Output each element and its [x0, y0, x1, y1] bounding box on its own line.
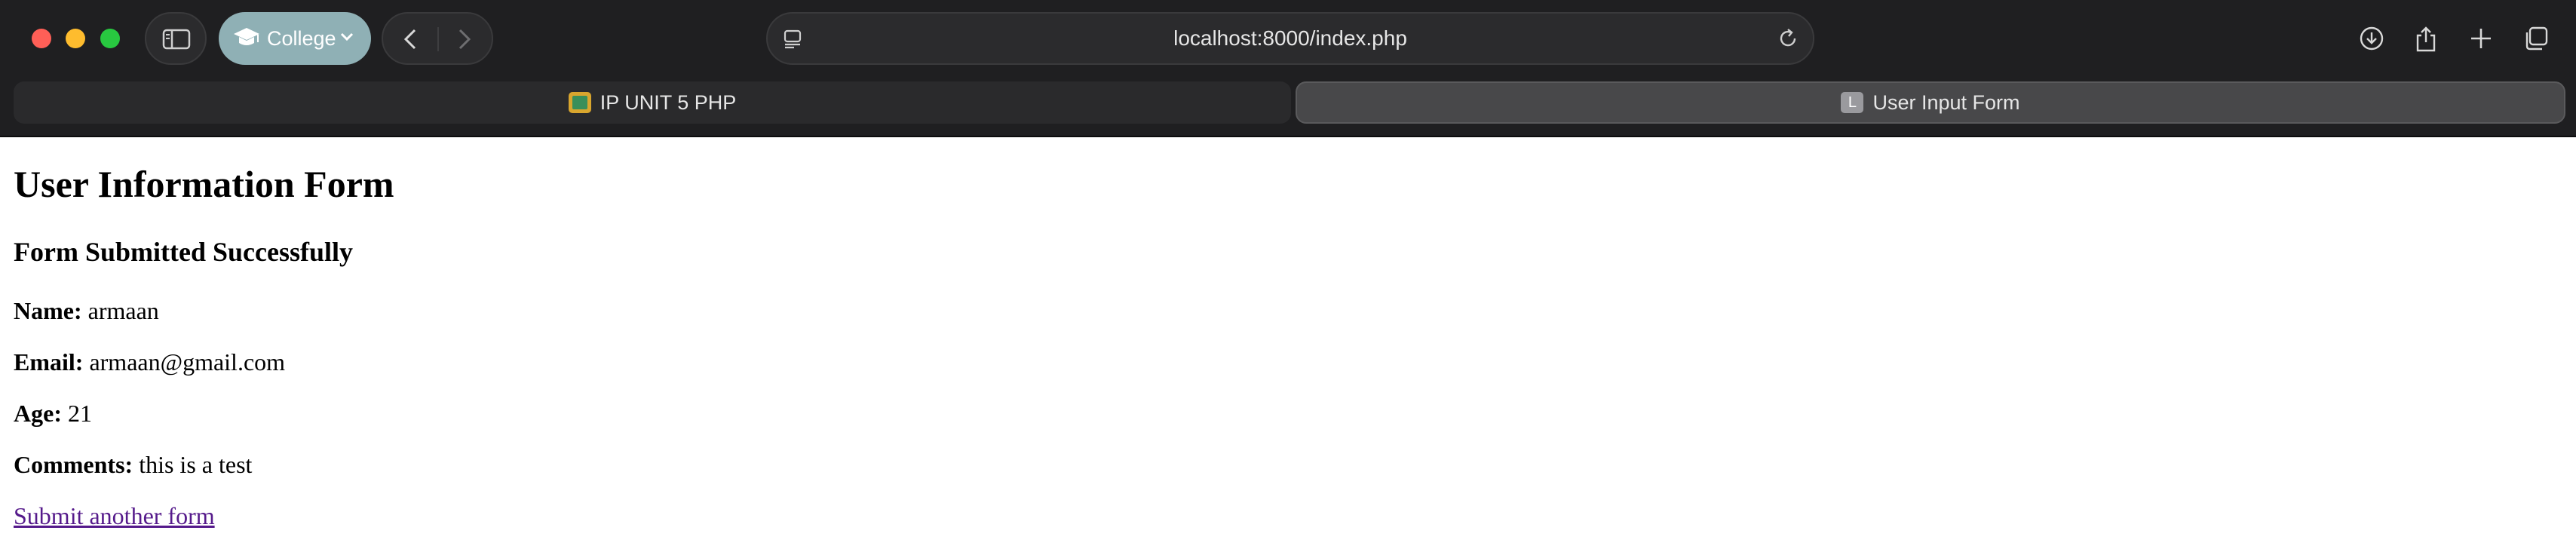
tab-overview-button[interactable]: [2513, 15, 2559, 62]
minimize-window-button[interactable]: [66, 29, 85, 48]
tab-user-input-form[interactable]: L User Input Form: [1296, 81, 2565, 124]
name-label: Name:: [14, 297, 82, 324]
download-icon: [2360, 26, 2384, 51]
chevron-left-icon[interactable]: [401, 27, 419, 51]
profile-label: College: [267, 27, 336, 50]
plus-icon: [2471, 29, 2491, 48]
tab-ip-unit-5-php[interactable]: IP UNIT 5 PHP: [14, 81, 1291, 124]
share-button[interactable]: [2403, 15, 2449, 62]
graduation-cap-icon: [234, 28, 259, 45]
email-value: armaan@gmail.com: [89, 348, 286, 376]
name-row: Name: armaan: [14, 296, 159, 326]
nav-divider: [437, 27, 439, 51]
letter-favicon-icon: L: [1841, 91, 1864, 113]
age-value: 21: [67, 400, 92, 427]
comments-value: this is a test: [139, 451, 253, 478]
age-row: Age: 21: [14, 398, 92, 428]
navigation-buttons: [382, 12, 493, 65]
comments-label: Comments:: [14, 451, 133, 478]
page-heading: User Information Form: [14, 163, 394, 205]
chevron-right-icon[interactable]: [455, 27, 474, 51]
tab-title: User Input Form: [1872, 91, 2020, 114]
chevron-down-icon: [340, 32, 354, 41]
comments-row: Comments: this is a test: [14, 449, 252, 480]
image-icon: [568, 91, 591, 113]
reload-icon[interactable]: [1777, 27, 1799, 50]
address-bar[interactable]: localhost:8000/index.php: [766, 12, 1814, 65]
tab-title: IP UNIT 5 PHP: [600, 91, 737, 114]
sidebar-icon: [162, 29, 191, 50]
share-icon: [2416, 26, 2436, 52]
profile-selector[interactable]: College: [219, 12, 371, 65]
toolbar: College localhost:8000/index.php: [0, 0, 2576, 77]
sidebar-toggle-button[interactable]: [145, 12, 207, 65]
submit-another-form-link[interactable]: Submit another form: [14, 501, 215, 531]
age-label: Age:: [14, 400, 62, 427]
zoom-window-button[interactable]: [100, 29, 120, 48]
download-button[interactable]: [2348, 15, 2395, 62]
page-content: User Information Form Form Submitted Suc…: [0, 137, 2576, 555]
email-label: Email:: [14, 348, 84, 376]
tab-overview-icon: [2525, 26, 2548, 51]
success-message: Form Submitted Successfully: [14, 237, 353, 267]
email-row: Email: armaan@gmail.com: [14, 347, 285, 377]
url-text: localhost:8000/index.php: [1173, 26, 1407, 50]
new-tab-button[interactable]: [2458, 15, 2504, 62]
close-window-button[interactable]: [32, 29, 51, 48]
name-value: armaan: [87, 297, 159, 324]
browser-chrome: College localhost:8000/index.php IP UNIT…: [0, 0, 2576, 137]
